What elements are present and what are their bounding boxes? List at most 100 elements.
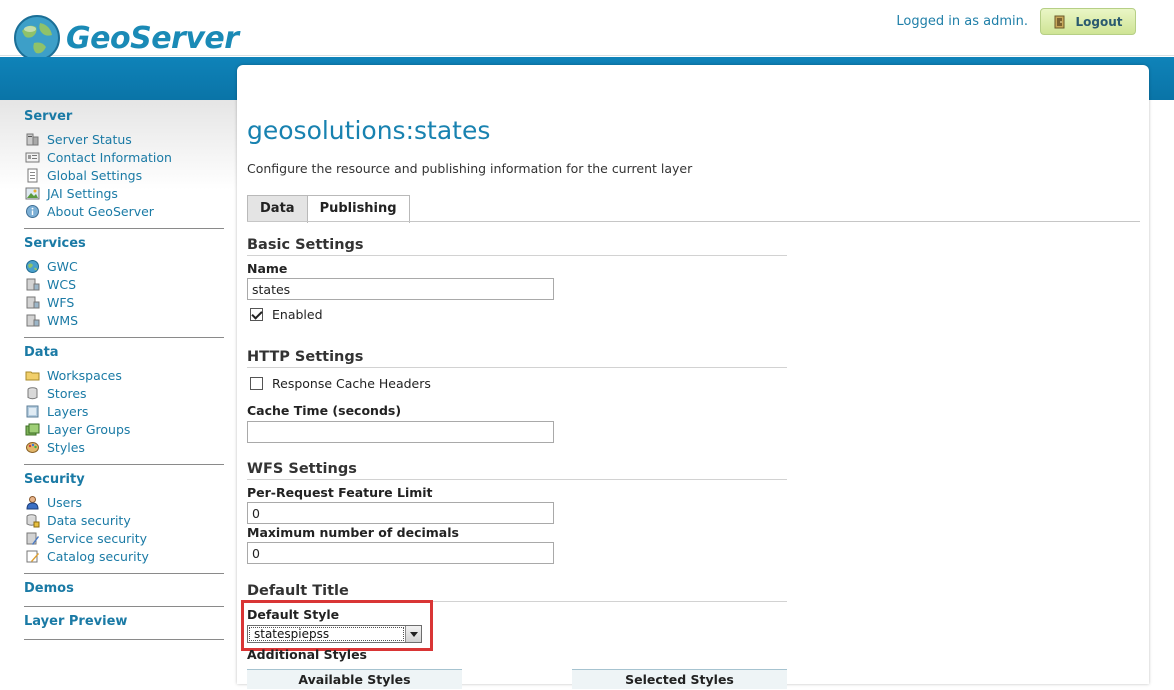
sidebar-item-label: Styles: [47, 439, 85, 455]
response-cache-headers-label: Response Cache Headers: [272, 376, 431, 391]
header: GeoServer Logged in as admin. Logout: [0, 0, 1174, 61]
sidebar-item-workspaces[interactable]: Workspaces: [24, 366, 224, 384]
catalog-security-icon: [26, 550, 39, 562]
wfs-settings-heading: WFS Settings: [247, 461, 787, 480]
sidebar-item-wfs[interactable]: WFS: [24, 293, 224, 311]
sidebar-item-label: Server Status: [47, 131, 132, 147]
service-icon: [26, 296, 40, 308]
nav-title-data[interactable]: Data: [24, 345, 224, 361]
page-description: Configure the resource and publishing in…: [247, 161, 693, 176]
sidebar-item-stores[interactable]: Stores: [24, 384, 224, 402]
sidebar-item-label: About GeoServer: [47, 203, 154, 219]
nav-section-demos: Demos: [24, 581, 224, 607]
globe-logo-icon: [14, 15, 60, 61]
cache-time-label: Cache Time (seconds): [247, 403, 402, 418]
highlight-box: [241, 600, 433, 651]
additional-styles-label: Additional Styles: [247, 647, 368, 662]
sidebar-item-label: GWC: [47, 258, 78, 274]
tab-bar: Data Publishing: [247, 195, 410, 223]
name-label: Name: [247, 261, 288, 276]
sidebar-item-label: WCS: [47, 276, 77, 292]
page-title: geosolutions:states: [247, 116, 491, 145]
sidebar-item-label: Layer Groups: [47, 421, 131, 437]
selected-styles-header: Selected Styles: [572, 669, 787, 689]
image-icon: [25, 187, 40, 199]
document-icon: [27, 168, 38, 182]
enabled-checkbox[interactable]: Enabled: [250, 307, 323, 322]
layer-icon: [26, 405, 39, 417]
tab-divider: [247, 221, 1140, 222]
sidebar-item-contact-information[interactable]: Contact Information: [24, 148, 224, 166]
sidebar-item-label: WMS: [47, 312, 79, 328]
sidebar-item-jai-settings[interactable]: JAI Settings: [24, 184, 224, 202]
sidebar-item-wms[interactable]: WMS: [24, 311, 224, 329]
feature-limit-label: Per-Request Feature Limit: [247, 485, 433, 500]
sidebar-item-label: WFS: [47, 294, 75, 310]
nav-title-layer-preview[interactable]: Layer Preview: [24, 614, 224, 630]
sidebar-item-label: Workspaces: [47, 367, 122, 383]
user-icon: [26, 495, 39, 509]
nav-section-server: Server Server Status Contact Information…: [24, 109, 224, 229]
nav-title-services[interactable]: Services: [24, 236, 224, 252]
sidebar: Server Server Status Contact Information…: [0, 100, 237, 684]
sidebar-item-gwc[interactable]: GWC: [24, 257, 224, 275]
contact-card-icon: [25, 152, 40, 162]
sidebar-item-catalog-security[interactable]: Catalog security: [24, 547, 224, 565]
feature-limit-input[interactable]: [247, 502, 554, 524]
service-icon: [26, 314, 40, 326]
cache-time-input[interactable]: [247, 421, 554, 443]
enabled-label: Enabled: [272, 307, 323, 322]
palette-icon: [26, 441, 39, 453]
sidebar-item-label: Layers: [47, 403, 89, 419]
service-icon: [26, 278, 40, 290]
sidebar-item-server-status[interactable]: Server Status: [24, 130, 224, 148]
logout-button[interactable]: Logout: [1040, 8, 1136, 35]
sidebar-item-styles[interactable]: Styles: [24, 438, 224, 456]
service-security-icon: [26, 532, 39, 545]
sidebar-item-users[interactable]: Users: [24, 493, 224, 511]
sidebar-item-label: Catalog security: [47, 548, 149, 564]
globe-icon: [26, 259, 39, 273]
nav-title-demos[interactable]: Demos: [24, 581, 224, 597]
sidebar-item-label: JAI Settings: [47, 185, 118, 201]
nav-section-layer-preview: Layer Preview: [24, 614, 224, 640]
nav-section-data: Data Workspaces Stores Layers Layer Grou…: [24, 345, 224, 465]
logout-label: Logout: [1075, 14, 1123, 29]
sidebar-item-label: Contact Information: [47, 149, 172, 165]
data-security-icon: [26, 513, 40, 527]
logo-text: GeoServer: [66, 20, 239, 56]
folder-icon: [25, 371, 40, 380]
http-settings-heading: HTTP Settings: [247, 349, 787, 368]
sidebar-item-service-security[interactable]: Service security: [24, 529, 224, 547]
tab-data[interactable]: Data: [247, 195, 308, 222]
sidebar-item-wcs[interactable]: WCS: [24, 275, 224, 293]
decimals-label: Maximum number of decimals: [247, 525, 459, 540]
basic-settings-heading: Basic Settings: [247, 237, 787, 256]
sidebar-item-layers[interactable]: Layers: [24, 402, 224, 420]
nav-title-server[interactable]: Server: [24, 109, 224, 125]
sidebar-item-layer-groups[interactable]: Layer Groups: [24, 420, 224, 438]
layer-group-icon: [25, 423, 40, 435]
database-icon: [27, 386, 38, 399]
info-icon: [26, 204, 39, 218]
response-cache-headers-box[interactable]: [250, 377, 263, 390]
response-cache-headers-checkbox[interactable]: Response Cache Headers: [250, 376, 431, 391]
sidebar-item-global-settings[interactable]: Global Settings: [24, 166, 224, 184]
sidebar-item-label: Service security: [47, 530, 148, 546]
server-status-icon: [26, 133, 39, 145]
login-status: Logged in as admin.: [896, 14, 1028, 29]
enabled-checkbox-box[interactable]: [250, 308, 263, 321]
decimals-input[interactable]: [247, 542, 554, 564]
available-styles-header: Available Styles: [247, 669, 462, 689]
sidebar-item-data-security[interactable]: Data security: [24, 511, 224, 529]
nav-section-security: Security Users Data security Service sec…: [24, 472, 224, 574]
sidebar-item-about-geoserver[interactable]: About GeoServer: [24, 202, 224, 220]
sidebar-item-label: Data security: [47, 512, 131, 528]
nav-title-security[interactable]: Security: [24, 472, 224, 488]
logout-icon: [1054, 15, 1065, 28]
sidebar-item-label: Stores: [47, 385, 87, 401]
sidebar-item-label: Global Settings: [47, 167, 143, 183]
sidebar-item-label: Users: [47, 494, 83, 510]
name-input[interactable]: [247, 278, 554, 300]
tab-publishing[interactable]: Publishing: [306, 195, 410, 223]
